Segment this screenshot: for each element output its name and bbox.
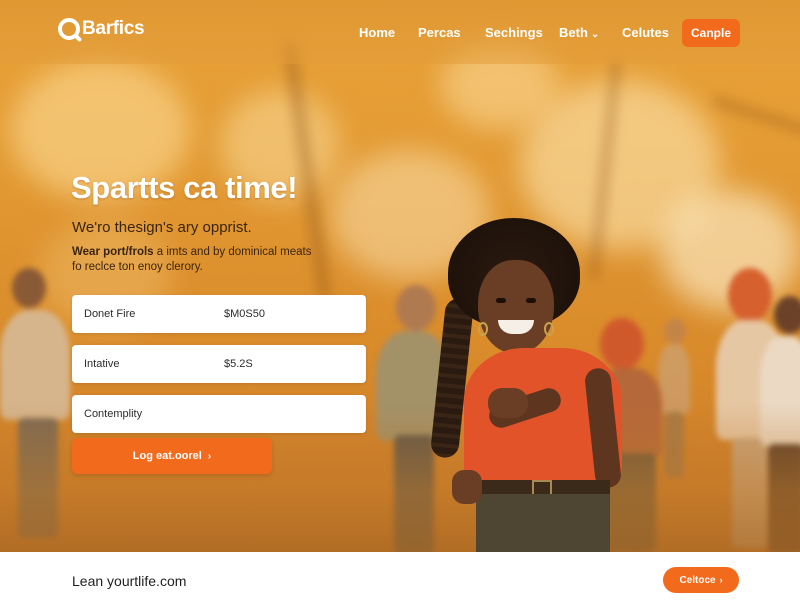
field-label: Contemplity xyxy=(84,408,143,420)
header-cta-button[interactable]: Canple xyxy=(682,19,740,47)
field-contemplity[interactable]: Contemplity xyxy=(72,395,366,433)
hero-cta-label: Log eat.oorel xyxy=(132,450,202,462)
chevron-right-icon: › xyxy=(207,450,212,462)
footer-cta-button[interactable]: Celtoce › xyxy=(663,567,739,593)
nav-link-beth[interactable]: Beth ⌄ xyxy=(559,25,599,40)
field-value: $M0S50 xyxy=(224,308,265,320)
field-donet-fire[interactable]: Donet Fire $M0S50 xyxy=(72,295,366,333)
site-header: Barfics Home Percas Sechings Beth ⌄ Celut… xyxy=(0,0,800,64)
footer-text: Lean yourtlife.com xyxy=(72,573,187,589)
chevron-right-icon: › xyxy=(719,575,723,585)
logo-text: Barfics xyxy=(82,18,145,39)
tree-branch xyxy=(712,95,800,155)
magnifier-logo-icon xyxy=(58,18,80,40)
nav-link-home[interactable]: Home xyxy=(359,25,395,40)
hero-description: Wear port/frols a imts and by dominical … xyxy=(72,245,322,275)
field-intative[interactable]: Intative $5.2S xyxy=(72,345,366,383)
nav-link-celutes[interactable]: Celutes xyxy=(622,25,669,40)
hero-title: Spartts ca time! xyxy=(71,170,298,205)
hero-description-strong: Wear port/frols xyxy=(72,246,154,258)
field-label: Donet Fire xyxy=(84,308,136,320)
nav-link-percas[interactable]: Percas xyxy=(418,25,461,40)
field-label: Intative xyxy=(84,358,120,370)
hero-cta-button[interactable]: Log eat.oorel › xyxy=(72,438,272,474)
footer-cta-label: Celtoce xyxy=(679,574,716,586)
chevron-down-icon: ⌄ xyxy=(590,29,600,40)
field-value: $5.2S xyxy=(224,358,253,370)
hero-woman-photo xyxy=(418,218,623,552)
logo[interactable]: Barfics xyxy=(58,18,145,40)
nav-link-sechings[interactable]: Sechings xyxy=(485,25,543,40)
hero-subtitle: We'ro thesign's ary opprist. xyxy=(72,219,252,236)
nav-link-label: Beth xyxy=(559,25,588,40)
